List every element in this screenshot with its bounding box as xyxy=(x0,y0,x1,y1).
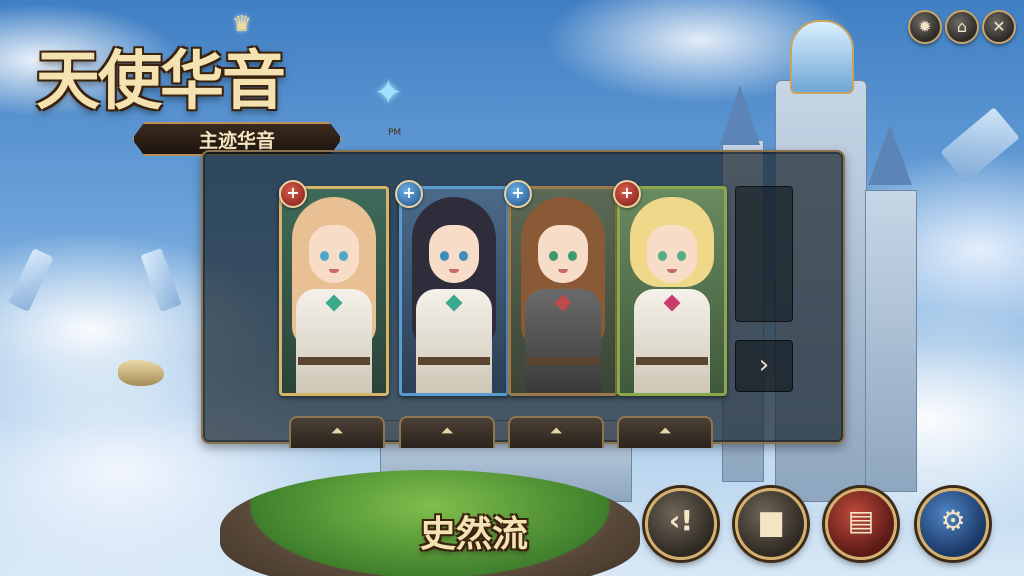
bottom-title: 史然流 xyxy=(420,513,529,555)
deck-button[interactable]: ▤ xyxy=(825,488,897,560)
character-card-4[interactable] xyxy=(617,186,727,396)
gear-icon: ✹ xyxy=(918,17,932,36)
floating-rock xyxy=(118,360,164,386)
sparkle-star-icon: ✦ xyxy=(374,73,403,113)
next-page-button[interactable]: › xyxy=(735,340,793,392)
close-icon: ✕ xyxy=(992,17,1006,36)
card-3-tab[interactable]: ⏶ xyxy=(508,416,604,448)
logo-trademark: PM xyxy=(388,128,402,138)
card-1-add-badge[interactable]: + xyxy=(279,180,307,208)
card-1-tab[interactable]: ⏶ xyxy=(289,416,385,448)
options-button[interactable]: ⚙ xyxy=(917,488,989,560)
scroll-icon: ⏶ xyxy=(440,421,454,440)
card-2-tab[interactable]: ⏶ xyxy=(399,416,495,448)
settings-gear-button[interactable]: ✹ xyxy=(908,10,942,44)
castle-tower-right xyxy=(865,190,917,492)
floating-crystal-1 xyxy=(8,248,54,312)
character-select-panel: + + + + › ⏶ ⏶ ⏶ ⏶ xyxy=(201,150,845,448)
castle-spire-left xyxy=(720,85,760,145)
scroll-icon: ⏶ xyxy=(549,421,563,440)
logo-subtitle: 主迹华音 xyxy=(198,130,275,152)
card-4-tab[interactable]: ⏶ xyxy=(617,416,713,448)
close-button[interactable]: ✕ xyxy=(982,10,1016,44)
game-logo: ♛ 天使华音 ✦ 主迹华音 PM xyxy=(36,12,426,156)
plus-icon: + xyxy=(286,183,300,202)
plus-icon: + xyxy=(402,183,416,202)
home-icon: ⌂ xyxy=(956,17,968,36)
anvil-icon: ▆ xyxy=(760,504,782,537)
plus-icon: + xyxy=(620,183,634,202)
floating-crystal-2 xyxy=(140,248,182,312)
scroll-icon: ⏶ xyxy=(658,421,672,440)
chevron-right-icon: › xyxy=(758,350,770,380)
character-card-3[interactable] xyxy=(508,186,618,396)
home-button[interactable]: ⌂ xyxy=(945,10,979,44)
card-3-add-badge[interactable]: + xyxy=(504,180,532,208)
card-2-add-badge[interactable]: + xyxy=(395,180,423,208)
back-arrow-icon: ‹! xyxy=(668,504,694,537)
empty-character-slot[interactable] xyxy=(735,186,793,322)
logo-title: 天使华音 xyxy=(36,44,286,119)
back-button[interactable]: ‹! xyxy=(645,488,717,560)
shop-button[interactable]: ▆ xyxy=(735,488,807,560)
floating-crystal-3 xyxy=(940,107,1020,183)
plus-icon: + xyxy=(511,183,525,202)
character-card-2[interactable] xyxy=(399,186,509,396)
gear-icon: ⚙ xyxy=(940,504,966,537)
character-card-1[interactable] xyxy=(279,186,389,396)
card-4-add-badge[interactable]: + xyxy=(613,180,641,208)
castle-dome xyxy=(790,20,854,94)
castle-spire-right xyxy=(868,125,912,185)
scroll-icon: ⏶ xyxy=(330,421,344,440)
brush-icon: ▤ xyxy=(847,504,875,537)
